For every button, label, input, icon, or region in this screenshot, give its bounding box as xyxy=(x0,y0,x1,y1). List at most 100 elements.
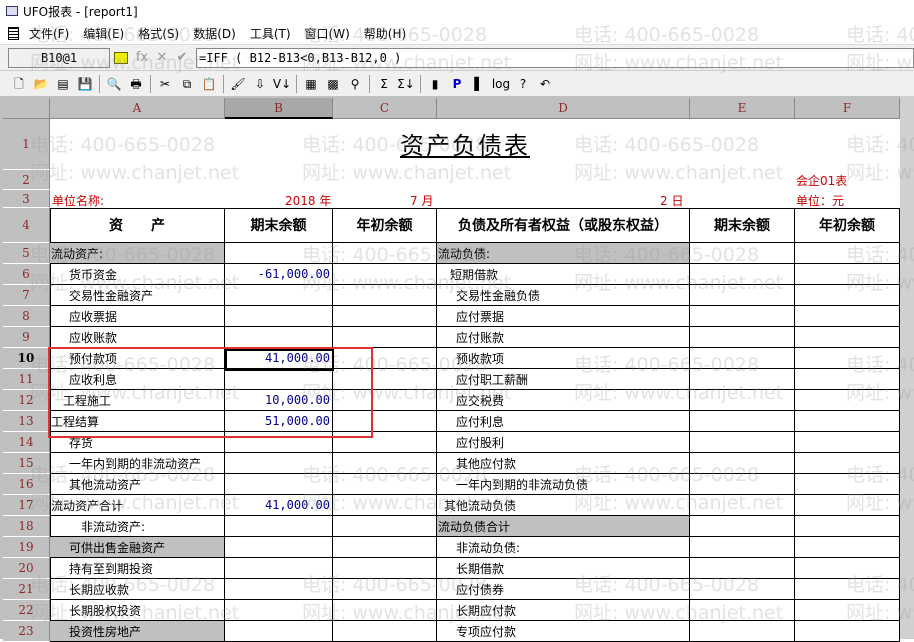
liability-item-label[interactable]: 应付职工薪酬 xyxy=(437,369,690,390)
liability-ending-balance[interactable] xyxy=(690,264,795,285)
asset-ending-balance[interactable] xyxy=(225,327,333,348)
asset-opening-balance[interactable] xyxy=(333,516,437,537)
asset-opening-balance[interactable] xyxy=(333,348,437,369)
sum-icon[interactable]: Σ xyxy=(373,74,395,94)
sort-icon[interactable]: V↓ xyxy=(271,74,293,94)
asset-opening-balance[interactable] xyxy=(333,369,437,390)
cell-reference-box[interactable]: B10@1 xyxy=(8,47,110,68)
asset-ending-balance[interactable] xyxy=(225,432,333,453)
column-header-C[interactable]: C xyxy=(333,98,437,119)
liability-opening-balance[interactable] xyxy=(795,495,900,516)
asset-opening-balance[interactable] xyxy=(333,264,437,285)
asset-ending-balance[interactable] xyxy=(225,306,333,327)
paste-icon[interactable]: 📋 xyxy=(198,74,220,94)
row-header-4[interactable]: 4 xyxy=(3,208,50,243)
log-icon[interactable]: log xyxy=(490,74,512,94)
asset-opening-balance[interactable] xyxy=(333,411,437,432)
liability-ending-balance[interactable] xyxy=(690,558,795,579)
asset-ending-balance[interactable]: -61,000.00 xyxy=(225,264,333,285)
cancel-icon[interactable]: ✕ xyxy=(152,50,172,65)
insert-icon[interactable]: ⇩ xyxy=(249,74,271,94)
row-header-5[interactable]: 5 xyxy=(3,243,50,264)
liability-item-label[interactable]: 流动负债合计 xyxy=(437,516,690,537)
print-icon[interactable]: 🖶 xyxy=(125,74,147,94)
liability-ending-balance[interactable] xyxy=(690,453,795,474)
asset-ending-balance[interactable] xyxy=(225,474,333,495)
asset-opening-balance[interactable] xyxy=(333,285,437,306)
liability-ending-balance[interactable] xyxy=(690,243,795,264)
asset-item-label[interactable]: 流动资产: xyxy=(50,243,225,264)
liability-ending-balance[interactable] xyxy=(690,369,795,390)
asset-item-label[interactable]: 预付款项 xyxy=(50,348,225,369)
liability-opening-balance[interactable] xyxy=(795,369,900,390)
liability-item-label[interactable]: 一年内到期的非流动负债 xyxy=(437,474,690,495)
liability-opening-balance[interactable] xyxy=(795,306,900,327)
asset-item-label[interactable]: 存货 xyxy=(50,432,225,453)
liability-item-label[interactable]: 短期借款 xyxy=(437,264,690,285)
menu-item-1[interactable]: 编辑(E) xyxy=(83,25,124,42)
help-icon[interactable]: ? xyxy=(512,74,534,94)
row-header-2[interactable]: 2 xyxy=(3,170,50,190)
asset-item-label[interactable]: 流动资产合计 xyxy=(50,495,225,516)
liability-opening-balance[interactable] xyxy=(795,348,900,369)
asset-opening-balance[interactable] xyxy=(333,558,437,579)
liability-ending-balance[interactable] xyxy=(690,579,795,600)
liability-item-label[interactable]: 预收款项 xyxy=(437,348,690,369)
format-brush-icon[interactable]: 🖌 xyxy=(227,74,249,94)
asset-ending-balance[interactable]: 51,000.00 xyxy=(225,411,333,432)
column-header-D[interactable]: D xyxy=(437,98,690,119)
asset-item-label[interactable]: 工程结算 xyxy=(50,411,225,432)
sum-down-icon[interactable]: Σ↓ xyxy=(395,74,417,94)
asset-ending-balance[interactable] xyxy=(225,558,333,579)
asset-item-label[interactable]: 应收账款 xyxy=(50,327,225,348)
menu-item-2[interactable]: 格式(S) xyxy=(138,25,179,42)
menu-item-6[interactable]: 帮助(H) xyxy=(364,25,406,42)
liability-item-label[interactable]: 交易性金融负债 xyxy=(437,285,690,306)
document-icon[interactable] xyxy=(8,26,19,40)
column-header-A[interactable]: A xyxy=(50,98,225,119)
asset-ending-balance[interactable] xyxy=(225,537,333,558)
liability-ending-balance[interactable] xyxy=(690,306,795,327)
vertical-scrollbar[interactable] xyxy=(900,96,914,639)
liability-opening-balance[interactable] xyxy=(795,516,900,537)
asset-opening-balance[interactable] xyxy=(333,243,437,264)
liability-opening-balance[interactable] xyxy=(795,285,900,306)
liability-item-label[interactable]: 长期应付款 xyxy=(437,600,690,621)
liability-item-label[interactable]: 其他应付款 xyxy=(437,453,690,474)
column-header-B[interactable]: B xyxy=(225,98,333,119)
calculator-icon[interactable] xyxy=(114,51,128,64)
asset-ending-balance[interactable] xyxy=(225,285,333,306)
asset-item-label[interactable]: 持有至到期投资 xyxy=(50,558,225,579)
row-header-22[interactable]: 22 xyxy=(3,600,50,621)
select-all-corner[interactable] xyxy=(3,98,50,119)
asset-opening-balance[interactable] xyxy=(333,306,437,327)
asset-item-label[interactable]: 货币资金 xyxy=(50,264,225,285)
menu-item-5[interactable]: 窗口(W) xyxy=(305,25,350,42)
liability-item-label[interactable]: 应付账款 xyxy=(437,327,690,348)
menu-item-3[interactable]: 数据(D) xyxy=(193,25,236,42)
p-icon[interactable]: P xyxy=(446,74,468,94)
asset-opening-balance[interactable] xyxy=(333,600,437,621)
liability-opening-balance[interactable] xyxy=(795,432,900,453)
asset-ending-balance[interactable] xyxy=(225,243,333,264)
row-header-13[interactable]: 13 xyxy=(3,411,50,432)
asset-opening-balance[interactable] xyxy=(333,579,437,600)
menu-item-4[interactable]: 工具(T) xyxy=(250,25,291,42)
row-header-7[interactable]: 7 xyxy=(3,285,50,306)
asset-item-label[interactable]: 应收票据 xyxy=(50,306,225,327)
row-header-17[interactable]: 17 xyxy=(3,495,50,516)
row-header-10[interactable]: 10 xyxy=(3,348,50,369)
asset-opening-balance[interactable] xyxy=(333,474,437,495)
liability-opening-balance[interactable] xyxy=(795,243,900,264)
liability-ending-balance[interactable] xyxy=(690,495,795,516)
asset-item-label[interactable]: 交易性金融资产 xyxy=(50,285,225,306)
row-header-1[interactable]: 1 xyxy=(3,119,50,170)
asset-opening-balance[interactable] xyxy=(333,390,437,411)
asset-ending-balance[interactable] xyxy=(225,453,333,474)
function-icon[interactable]: fx xyxy=(132,50,152,65)
asset-opening-balance[interactable] xyxy=(333,432,437,453)
open-icon[interactable]: 📂 xyxy=(30,74,52,94)
asset-item-label[interactable]: 一年内到期的非流动资产 xyxy=(50,453,225,474)
save-icon[interactable]: 💾 xyxy=(74,74,96,94)
liability-ending-balance[interactable] xyxy=(690,411,795,432)
